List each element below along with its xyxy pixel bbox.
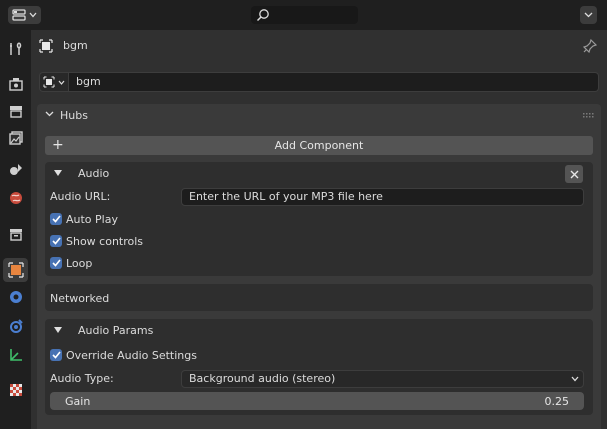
context-header: bgm bbox=[31, 30, 607, 62]
tab-scene[interactable] bbox=[3, 157, 28, 181]
render-icon bbox=[8, 78, 23, 91]
drag-handle-icon[interactable] bbox=[583, 113, 595, 118]
chevron-down-icon bbox=[571, 376, 579, 382]
gain-value: 0.25 bbox=[544, 395, 570, 408]
output-icon bbox=[9, 106, 22, 118]
data-icon bbox=[9, 349, 22, 361]
properties-tab-bar bbox=[0, 30, 31, 429]
show-controls-checkbox[interactable]: Show controls bbox=[50, 234, 143, 248]
audio-params-component: Audio Params Override Audio Settings Aud… bbox=[45, 319, 593, 415]
hubs-panel-title: Hubs bbox=[60, 109, 88, 122]
checkbox-checked bbox=[50, 257, 62, 269]
tab-view-layer[interactable] bbox=[3, 126, 28, 150]
tab-output[interactable] bbox=[3, 99, 28, 123]
loop-checkbox[interactable]: Loop bbox=[50, 256, 92, 270]
physics-icon bbox=[9, 319, 23, 333]
networked-title: Networked bbox=[50, 292, 110, 305]
tab-physics[interactable] bbox=[3, 314, 28, 338]
object-name-field[interactable]: bgm bbox=[69, 72, 599, 92]
scene-icon bbox=[9, 164, 22, 175]
tab-tool[interactable] bbox=[3, 37, 28, 61]
texture-icon bbox=[9, 384, 22, 396]
tab-collection[interactable] bbox=[3, 222, 28, 246]
checkbox-checked bbox=[50, 213, 62, 225]
world-icon bbox=[9, 192, 22, 204]
object-icon bbox=[43, 76, 55, 88]
audio-type-label: Audio Type: bbox=[50, 372, 114, 385]
audio-type-value: Background audio (stereo) bbox=[189, 372, 336, 385]
gain-label: Gain bbox=[65, 395, 91, 408]
tab-world[interactable] bbox=[3, 186, 28, 210]
chevron-down-icon bbox=[584, 12, 593, 18]
loop-label: Loop bbox=[66, 256, 93, 270]
audio-params-header[interactable]: Audio Params bbox=[45, 319, 593, 341]
tool-icon bbox=[9, 42, 21, 55]
object-type-selector[interactable] bbox=[39, 72, 69, 92]
object-icon bbox=[39, 39, 53, 53]
chevron-down-icon bbox=[29, 12, 37, 18]
checkbox-checked bbox=[50, 235, 62, 247]
chevron-down-icon bbox=[45, 111, 54, 117]
search-icon bbox=[256, 9, 269, 22]
top-bar bbox=[0, 0, 607, 30]
pin-icon[interactable] bbox=[583, 39, 597, 53]
triangle-down-icon bbox=[54, 327, 62, 333]
view-layer-icon bbox=[8, 131, 23, 145]
editor-type-button[interactable] bbox=[8, 6, 41, 24]
override-audio-settings-checkbox[interactable]: Override Audio Settings bbox=[50, 348, 197, 362]
close-icon bbox=[570, 170, 578, 178]
audio-params-title: Audio Params bbox=[78, 324, 154, 337]
checkmark-icon bbox=[51, 237, 61, 245]
editor-type-icon bbox=[12, 9, 26, 21]
add-component-label: Add Component bbox=[274, 139, 364, 152]
override-audio-settings-label: Override Audio Settings bbox=[66, 348, 197, 362]
search-input[interactable] bbox=[251, 6, 358, 24]
options-dropdown-button[interactable] bbox=[580, 6, 597, 24]
tab-object[interactable] bbox=[3, 258, 28, 282]
checkmark-icon bbox=[51, 351, 61, 359]
hubs-panel-header[interactable]: Hubs bbox=[37, 104, 601, 128]
triangle-down-icon bbox=[54, 170, 62, 176]
object-name-row: bgm bbox=[39, 72, 599, 92]
add-component-button[interactable]: + Add Component bbox=[45, 136, 593, 155]
auto-play-label: Auto Play bbox=[66, 212, 118, 226]
object-icon bbox=[7, 262, 24, 278]
chevron-down-icon bbox=[58, 80, 65, 85]
tab-render[interactable] bbox=[3, 72, 28, 96]
audio-component: Audio Audio URL: Enter the URL of your M… bbox=[45, 162, 593, 276]
audio-url-input[interactable]: Enter the URL of your MP3 file here bbox=[181, 188, 584, 206]
tab-constraints[interactable] bbox=[3, 343, 28, 367]
show-controls-label: Show controls bbox=[66, 234, 144, 248]
gain-slider[interactable]: Gain 0.25 bbox=[50, 392, 584, 410]
audio-component-header[interactable]: Audio bbox=[45, 162, 593, 184]
audio-type-dropdown[interactable]: Background audio (stereo) bbox=[181, 370, 584, 388]
remove-audio-button[interactable] bbox=[565, 165, 583, 183]
tab-modifier[interactable] bbox=[3, 285, 28, 309]
audio-url-label: Audio URL: bbox=[50, 190, 111, 203]
checkmark-icon bbox=[51, 215, 61, 223]
object-name-label: bgm bbox=[63, 39, 88, 52]
audio-component-title: Audio bbox=[78, 167, 110, 180]
collection-icon bbox=[9, 229, 22, 241]
auto-play-checkbox[interactable]: Auto Play bbox=[50, 212, 118, 226]
modifier-icon bbox=[9, 291, 22, 303]
networked-component: Networked bbox=[45, 284, 593, 311]
checkbox-checked bbox=[50, 349, 62, 361]
tab-texture[interactable] bbox=[3, 378, 28, 402]
properties-editor: bgm bgm Hubs + Add Component Audio Audio… bbox=[31, 30, 607, 429]
hubs-panel: Hubs + Add Component Audio Audio URL: En… bbox=[37, 104, 601, 429]
checkmark-icon bbox=[51, 259, 61, 267]
